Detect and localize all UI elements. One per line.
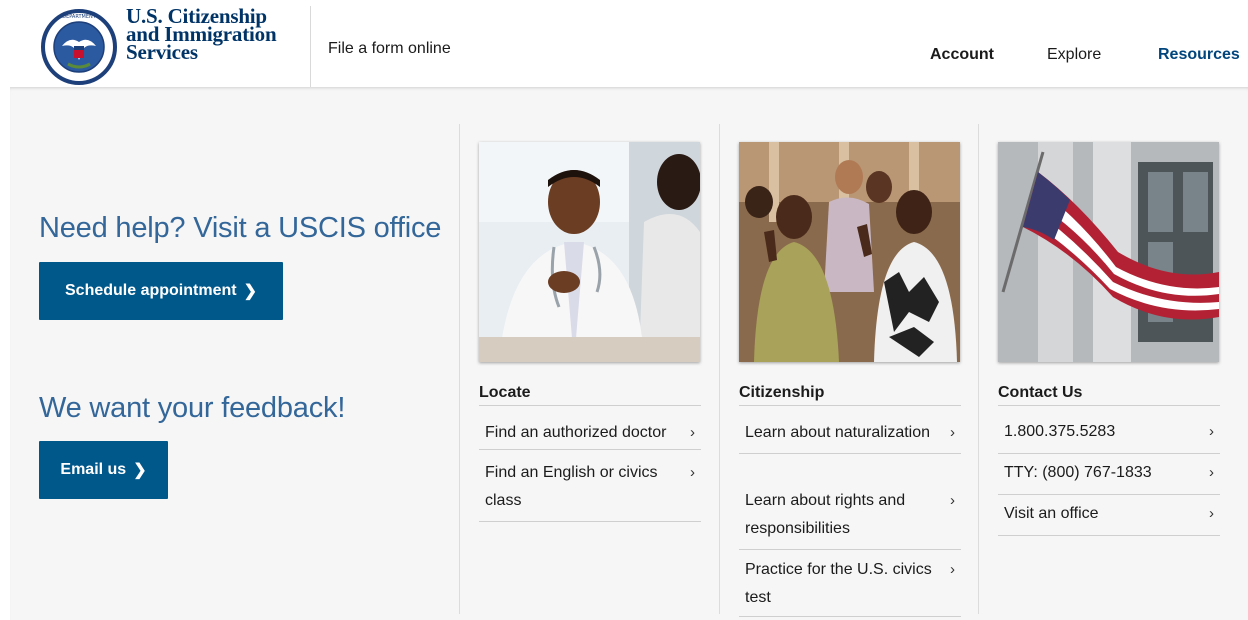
chevron-right-icon: › [950, 492, 955, 509]
link-label: Find an authorized doctor [485, 424, 667, 441]
chevron-right-icon: › [1209, 464, 1214, 481]
nav-resources[interactable]: Resources [1158, 46, 1240, 64]
link-label: Learn about naturalization [745, 424, 931, 441]
header-divider [310, 6, 311, 88]
chevron-right-icon: ❯ [243, 283, 257, 300]
column-divider [719, 124, 720, 614]
email-us-label: Email us [60, 461, 127, 478]
link-label: Find an English or civics class [485, 464, 658, 509]
email-us-button[interactable]: Email us ❯ [39, 441, 168, 499]
feedback-heading: We want your feedback! [39, 392, 346, 424]
naturalization-ceremony-photo [739, 142, 960, 362]
help-heading: Need help? Visit a USCIS office [39, 212, 442, 244]
link-label: 1.800.375.5283 [1004, 423, 1116, 440]
phone-number-link[interactable]: 1.800.375.5283 › [998, 413, 1220, 454]
nav-explore[interactable]: Explore [1047, 46, 1101, 64]
agency-name-logo[interactable]: U.S. Citizenship and Immigration Service… [126, 6, 277, 63]
chevron-right-icon: › [1209, 505, 1214, 522]
svg-text:DEPARTMENT: DEPARTMENT [62, 14, 97, 20]
chevron-right-icon: › [690, 464, 695, 481]
doctor-photo [479, 142, 700, 362]
flag-building-photo [998, 142, 1219, 362]
visit-office-link[interactable]: Visit an office › [998, 495, 1220, 536]
heading-rule [739, 405, 961, 406]
chevron-right-icon: ❯ [133, 462, 147, 479]
column-divider [459, 124, 460, 614]
tty-number-link[interactable]: TTY: (800) 767-1833 › [998, 454, 1220, 495]
chevron-right-icon: › [950, 561, 955, 578]
dhs-seal-logo[interactable]: DEPARTMENT [40, 8, 118, 86]
practice-civics-test-link[interactable]: Practice for the U.S. civics test › [739, 556, 961, 617]
locate-heading: Locate [479, 384, 531, 401]
contact-us-heading: Contact Us [998, 384, 1083, 401]
link-label: TTY: (800) 767-1833 [1004, 464, 1152, 481]
learn-rights-responsibilities-link[interactable]: Learn about rights and responsibilities … [739, 487, 961, 550]
find-english-civics-class-link[interactable]: Find an English or civics class › [479, 459, 701, 522]
citizenship-heading: Citizenship [739, 384, 825, 401]
link-label: Visit an office [1004, 505, 1099, 522]
chevron-right-icon: › [1209, 423, 1214, 440]
heading-rule [998, 405, 1220, 406]
file-form-online-link[interactable]: File a form online [328, 40, 451, 58]
link-label: Learn about rights and responsibilities [745, 492, 906, 537]
learn-about-naturalization-link[interactable]: Learn about naturalization › [739, 419, 961, 454]
site-header: DEPARTMENT U.S. Citizenship and Immigrat… [0, 0, 1248, 88]
schedule-appointment-button[interactable]: Schedule appointment ❯ [39, 262, 283, 320]
column-divider [978, 124, 979, 614]
heading-rule [479, 405, 701, 406]
nav-account[interactable]: Account [930, 46, 994, 64]
find-authorized-doctor-link[interactable]: Find an authorized doctor › [479, 419, 701, 450]
chevron-right-icon: › [950, 424, 955, 441]
link-label: Practice for the U.S. civics test [745, 561, 932, 606]
schedule-appointment-label: Schedule appointment [65, 282, 237, 299]
chevron-right-icon: › [690, 424, 695, 441]
